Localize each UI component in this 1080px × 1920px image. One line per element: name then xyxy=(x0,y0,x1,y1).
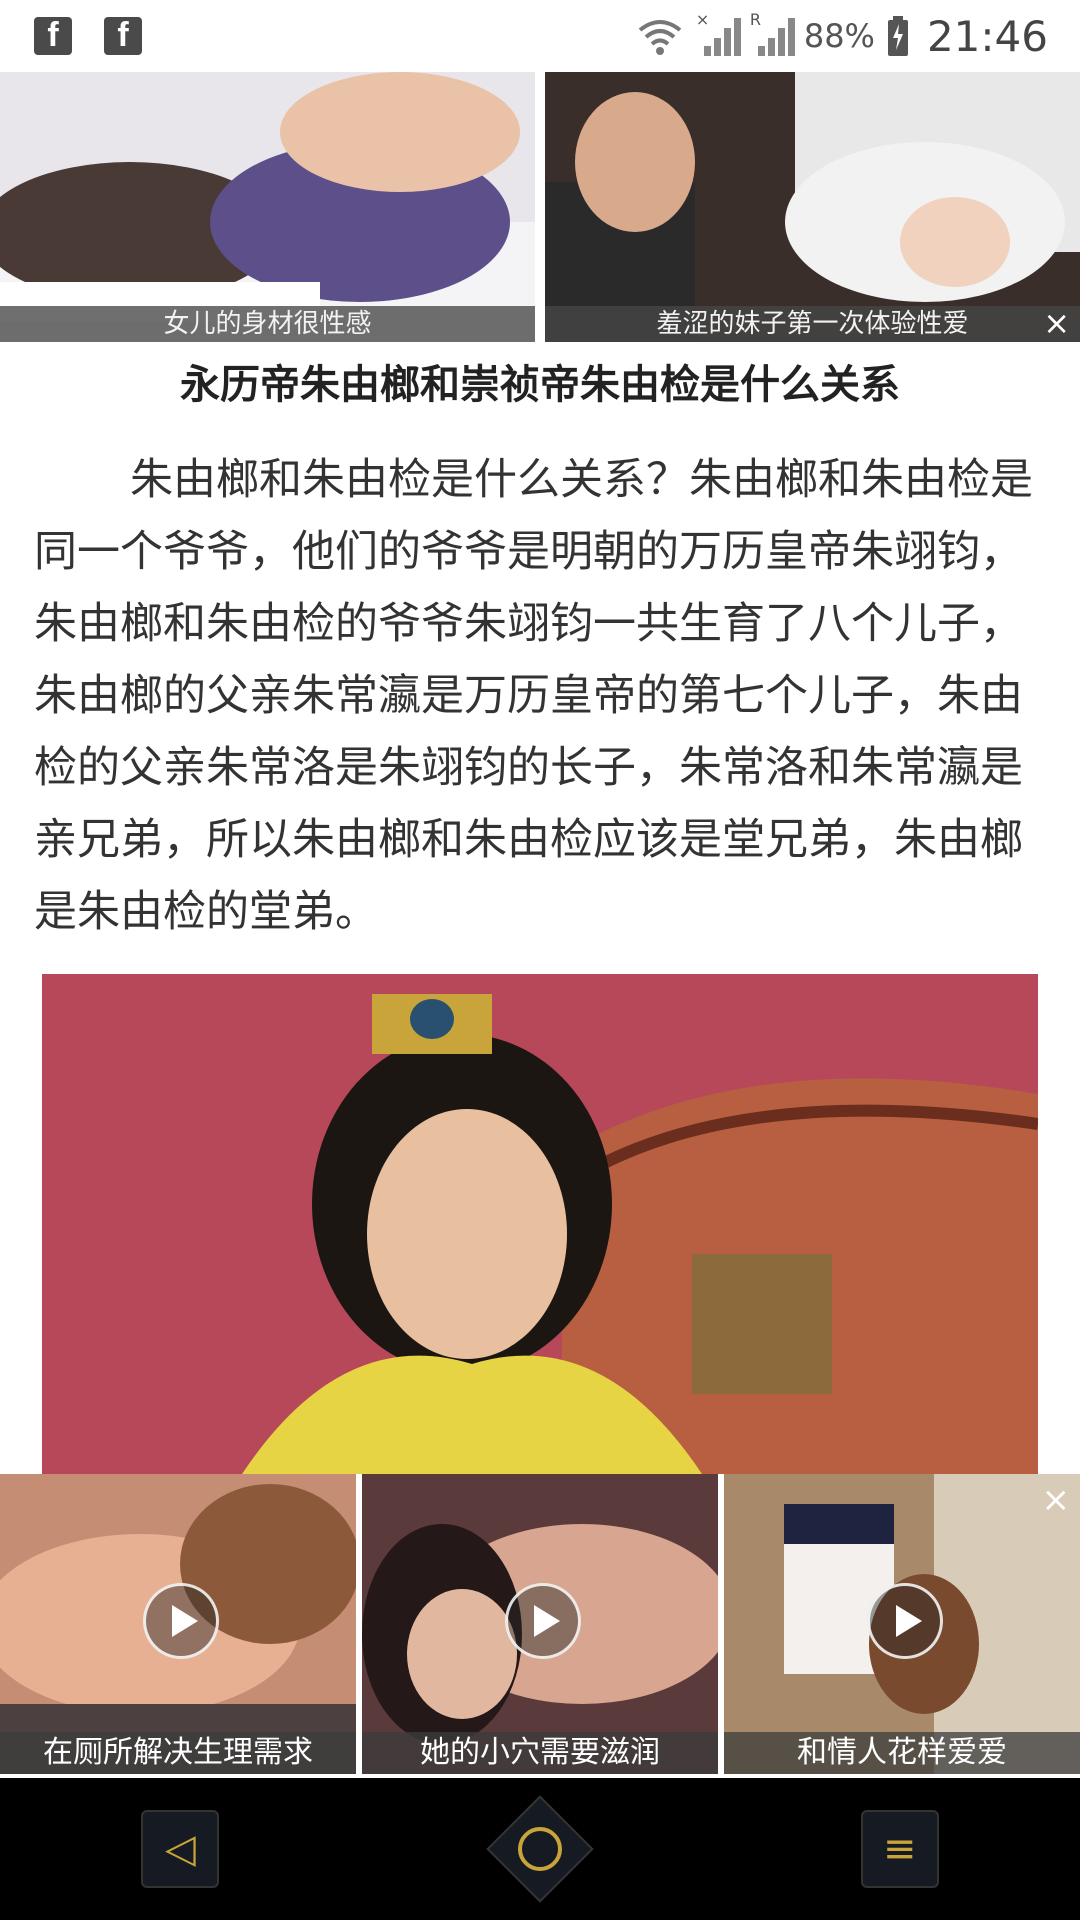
menu-icon: ≡ xyxy=(882,1826,917,1872)
play-icon[interactable] xyxy=(505,1583,581,1659)
video-caption: 在厕所解决生理需求 xyxy=(0,1732,356,1774)
ad-image xyxy=(545,72,1080,342)
ad-caption: 女儿的身材很性感 xyxy=(0,306,535,342)
navigation-bar: ◁ ≡ xyxy=(0,1778,1080,1920)
bottom-video-ads[interactable]: × 在厕所解决生理需求 她的小穴需要滋润 和情人花样爱爱 xyxy=(0,1474,1080,1774)
status-right: × R 88% 21:46 xyxy=(636,10,1080,61)
ad-tile-right[interactable]: 羞涩的妹子第一次体验性爱 × xyxy=(545,72,1080,342)
video-ad-tile[interactable]: 和情人花样爱爱 xyxy=(724,1474,1080,1774)
menu-button[interactable]: ≡ xyxy=(860,1810,939,1888)
video-caption: 和情人花样爱爱 xyxy=(724,1732,1080,1774)
facebook-icon: f xyxy=(104,17,142,55)
roaming-mark: R xyxy=(749,10,761,29)
article-paragraph: 朱由榔和朱由检是什么关系？朱由榔和朱由检是同一个爷爷，他们的爷爷是明朝的万历皇帝… xyxy=(34,455,1033,937)
play-icon[interactable] xyxy=(143,1583,219,1659)
back-button[interactable]: ◁ xyxy=(141,1810,220,1888)
article-image xyxy=(42,974,1038,1474)
back-icon: ◁ xyxy=(164,1826,196,1872)
ad-caption: 羞涩的妹子第一次体验性爱 xyxy=(545,306,1080,342)
home-button[interactable] xyxy=(486,1795,594,1903)
ad-image xyxy=(0,72,535,342)
article-title: 永历帝朱由榔和崇祯帝朱由检是什么关系 xyxy=(180,362,900,408)
status-bar: f f × R 88% 21:46 xyxy=(0,0,1080,72)
top-ad-banner[interactable]: 女儿的身材很性感 羞涩的妹子第一次体验性爱 × xyxy=(0,72,1080,342)
video-ad-tile[interactable]: 她的小穴需要滋润 xyxy=(362,1474,718,1774)
play-icon[interactable] xyxy=(867,1583,943,1659)
battery-charging-icon xyxy=(887,16,908,56)
wifi-icon xyxy=(638,20,682,55)
close-ads-icon[interactable]: × xyxy=(1042,1480,1071,1520)
status-left: f f xyxy=(0,17,142,55)
close-ad-icon[interactable]: × xyxy=(1043,307,1070,339)
home-icon xyxy=(517,1827,562,1871)
ad-tile-left[interactable]: 女儿的身材很性感 xyxy=(0,72,535,342)
signal-icon: × xyxy=(696,10,741,56)
facebook-icon: f xyxy=(34,17,72,55)
no-signal-mark: × xyxy=(695,10,710,29)
video-ad-tile[interactable]: 在厕所解决生理需求 xyxy=(0,1474,356,1774)
battery-percent: 88% xyxy=(803,17,875,55)
signal-roaming-icon: R xyxy=(750,10,795,56)
clock: 21:46 xyxy=(926,11,1048,61)
video-caption: 她的小穴需要滋润 xyxy=(362,1732,718,1774)
